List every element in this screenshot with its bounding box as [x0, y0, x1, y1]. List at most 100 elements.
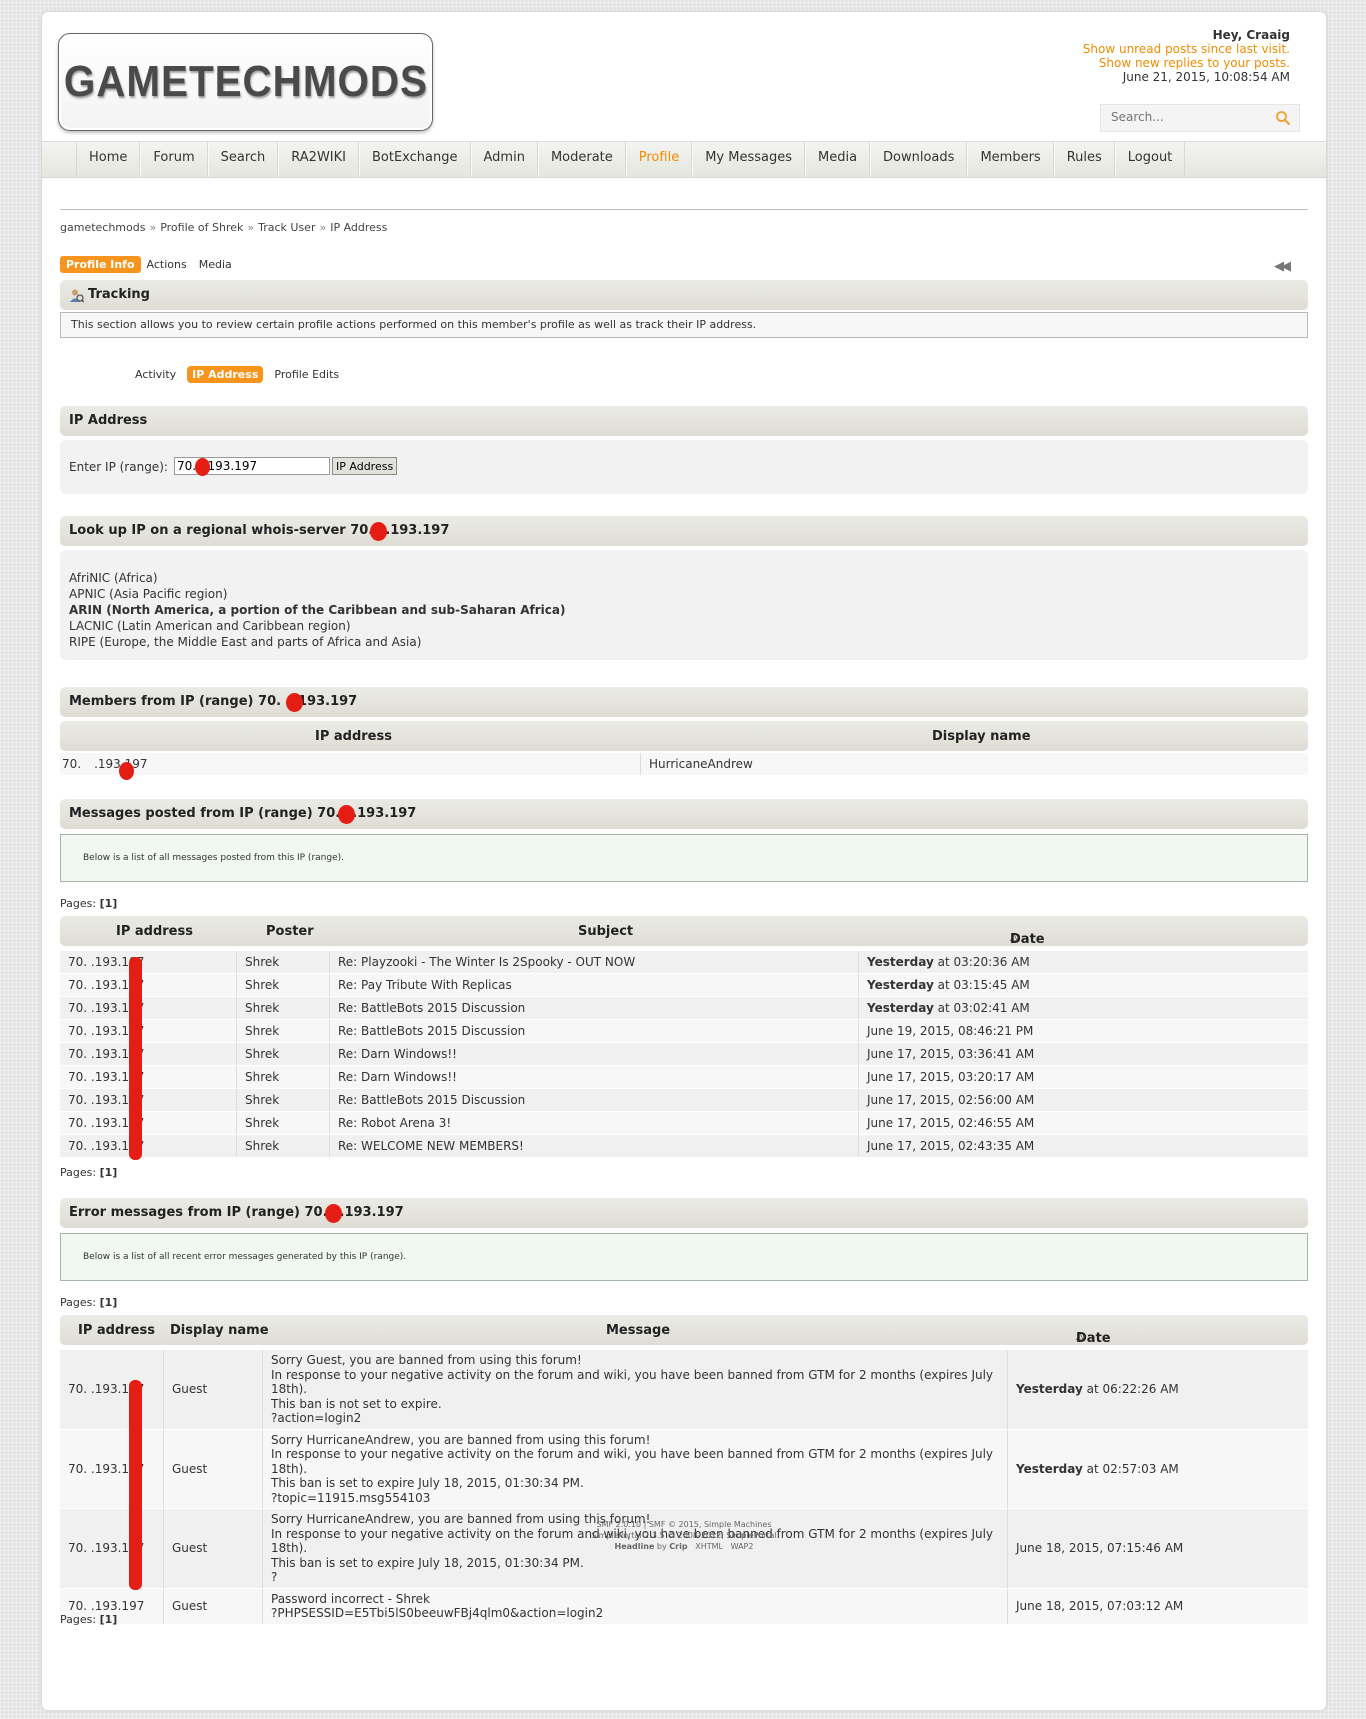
ip-lookup-button[interactable]: IP Address [332, 457, 398, 475]
pages-label: Pages: [60, 1296, 97, 1309]
page-link[interactable]: [1] [100, 1166, 118, 1179]
menu-item-profile[interactable]: Profile [625, 142, 693, 177]
menu-item-my-messages[interactable]: My Messages [692, 142, 805, 177]
message-ip-cell[interactable]: 70. .193.197 [60, 1088, 237, 1112]
page-link[interactable]: [1] [100, 1613, 118, 1626]
message-date-cell: June 19, 2015, 08:46:21 PM [858, 1019, 1308, 1043]
new-replies-link[interactable]: Show new replies to your posts. [1083, 56, 1290, 70]
whois-link[interactable]: ARIN (North America, a portion of the Ca… [69, 602, 1308, 618]
menu-item-forum[interactable]: Forum [140, 142, 208, 177]
error-message-line: Password incorrect - Shrek [271, 1591, 431, 1606]
message-ip-cell[interactable]: 70. .193.197 [60, 1065, 237, 1089]
breadcrumb-track-user[interactable]: Track User [258, 221, 315, 234]
ip-prefix: 70. [62, 757, 82, 771]
error-date-cell: June 18, 2015, 07:03:12 AM [1007, 1588, 1308, 1625]
message-date-cell: June 17, 2015, 03:36:41 AM [858, 1042, 1308, 1066]
message-poster-cell[interactable]: Shrek [236, 1019, 330, 1043]
message-ip-cell[interactable]: 70. .193.197 [60, 996, 237, 1020]
tab-actions[interactable]: Actions [141, 256, 193, 273]
message-subject-cell[interactable]: Re: Robot Arena 3! [329, 1111, 859, 1135]
message-subject-cell[interactable]: Re: BattleBots 2015 Discussion [329, 996, 859, 1020]
menu-item-moderate[interactable]: Moderate [537, 142, 626, 177]
subtab-activity[interactable]: Activity [130, 366, 181, 383]
message-poster-cell[interactable]: Shrek [236, 1134, 330, 1158]
messages-pages-bottom: Pages: [1] [60, 1166, 117, 1179]
table-row: 70..193.197 HurricaneAndrew [60, 753, 1308, 776]
message-poster-cell[interactable]: Shrek [236, 951, 330, 974]
breadcrumb-profile[interactable]: Profile of Shrek [160, 221, 243, 234]
messages-header: Messages posted from IP (range) 70. .193.… [60, 799, 1308, 829]
footer-simpleportal[interactable]: SimplePortal 2.3.5 © 2008-2012, SimplePo… [42, 1530, 1326, 1541]
message-poster-cell[interactable]: Shrek [236, 973, 330, 997]
ip-address-header: IP Address [60, 406, 1308, 436]
search-input[interactable] [1101, 105, 1281, 129]
breadcrumb-separator: » [247, 221, 255, 234]
message-ip-cell[interactable]: 70. .193.197 [60, 973, 237, 997]
menu-item-ra2wiki[interactable]: RA2WIKI [278, 142, 359, 177]
table-row: 70. .193.197 Guest Sorry HurricaneAndrew, … [60, 1429, 1308, 1509]
menu-item-downloads[interactable]: Downloads [870, 142, 968, 177]
message-poster-cell[interactable]: Shrek [236, 1065, 330, 1089]
menu-item-admin[interactable]: Admin [470, 142, 538, 177]
page-link[interactable]: [1] [100, 897, 118, 910]
menu-item-members[interactable]: Members [967, 142, 1054, 177]
errors-col-message: Message [606, 1323, 671, 1338]
subtab-ip-address[interactable]: IP Address [187, 366, 264, 383]
footer-smf[interactable]: SMF 2.0.10 | SMF © 2015, Simple Machines [42, 1519, 1326, 1530]
tab-profile-info[interactable]: Profile Info [60, 256, 141, 273]
message-poster-cell[interactable]: Shrek [236, 1088, 330, 1112]
message-subject-cell[interactable]: Re: BattleBots 2015 Discussion [329, 1019, 859, 1043]
message-subject-cell[interactable]: Re: Playzooki - The Winter Is 2Spooky - … [329, 951, 859, 974]
breadcrumb-ip-address[interactable]: IP Address [330, 221, 387, 234]
message-subject-cell[interactable]: Re: WELCOME NEW MEMBERS! [329, 1134, 859, 1158]
whois-link[interactable]: LACNIC (Latin American and Caribbean reg… [69, 618, 1308, 634]
message-subject-cell[interactable]: Re: Pay Tribute With Replicas [329, 973, 859, 997]
site-logo[interactable]: GAMETECHMODS [58, 33, 433, 131]
menu-item-media[interactable]: Media [804, 142, 871, 177]
breadcrumb-home[interactable]: gametechmods [60, 221, 145, 234]
error-message-line: ?PHPSESSID=E5Tbi5lS0beeuwFBj4qlm0&action… [271, 1606, 604, 1620]
error-date-cell: Yesterday at 02:57:03 AM [1007, 1429, 1308, 1509]
member-name-cell[interactable]: HurricaneAndrew [640, 753, 1308, 776]
message-subject-cell[interactable]: Re: Darn Windows!! [329, 1042, 859, 1066]
message-poster-cell[interactable]: Shrek [236, 996, 330, 1020]
table-row: 70. .193.197 Shrek Re: Playzooki - The Win… [60, 951, 1308, 974]
message-subject-cell[interactable]: Re: BattleBots 2015 Discussion [329, 1088, 859, 1112]
page-link[interactable]: [1] [100, 1296, 118, 1309]
message-ip-cell[interactable]: 70. .193.197 [60, 951, 237, 974]
message-poster-cell[interactable]: Shrek [236, 1042, 330, 1066]
message-poster-cell[interactable]: Shrek [236, 1111, 330, 1135]
error-message-line: This ban is set to expire July 18, 2015,… [271, 1476, 584, 1490]
breadcrumb-separator: » [319, 221, 327, 234]
unread-posts-link[interactable]: Show unread posts since last visit. [1083, 42, 1290, 56]
message-ip-cell[interactable]: 70. .193.197 [60, 1042, 237, 1066]
error-ip-cell[interactable]: 70. .193.197 [60, 1350, 164, 1430]
date-text: at 03:15:45 AM [933, 978, 1030, 992]
search-icon[interactable] [1275, 110, 1291, 126]
message-ip-cell[interactable]: 70. .193.197 [60, 1019, 237, 1043]
collapse-icon[interactable]: ◀◀ [1274, 259, 1291, 274]
message-subject-cell[interactable]: Re: Darn Windows!! [329, 1065, 859, 1089]
footer-xhtml-wap2[interactable]: XHTML WAP2 [688, 1542, 753, 1551]
redaction-mark [286, 693, 303, 712]
menu-item-rules[interactable]: Rules [1053, 142, 1115, 177]
errors-pages-bottom: Pages: [1] [60, 1613, 117, 1626]
error-ip-cell[interactable]: 70. .193.197 [60, 1429, 164, 1509]
error-message-line: ?topic=11915.msg554103 [271, 1490, 431, 1505]
message-ip-cell[interactable]: 70. .193.197 [60, 1134, 237, 1158]
message-ip-cell[interactable]: 70. .193.197 [60, 1111, 237, 1135]
footer-crip[interactable]: Crip [669, 1542, 687, 1551]
date-text: June 17, 2015, 03:36:41 AM [867, 1047, 1035, 1061]
subtab-profile-edits[interactable]: Profile Edits [269, 366, 344, 383]
date-bold: Yesterday [867, 955, 934, 969]
whois-link[interactable]: APNIC (Asia Pacific region) [69, 586, 1308, 602]
whois-link[interactable]: AfriNIC (Africa) [69, 570, 1308, 586]
menu-item-home[interactable]: Home [76, 142, 141, 177]
members-col-ip: IP address [315, 729, 392, 744]
menu-item-search[interactable]: Search [207, 142, 279, 177]
menu-item-logout[interactable]: Logout [1114, 142, 1186, 177]
tab-media[interactable]: Media [193, 256, 238, 273]
whois-link[interactable]: RIPE (Europe, the Middle East and parts … [69, 634, 1308, 650]
menu-item-botexchange[interactable]: BotExchange [359, 142, 471, 177]
messages-title-suffix: .193.197 [352, 806, 417, 821]
